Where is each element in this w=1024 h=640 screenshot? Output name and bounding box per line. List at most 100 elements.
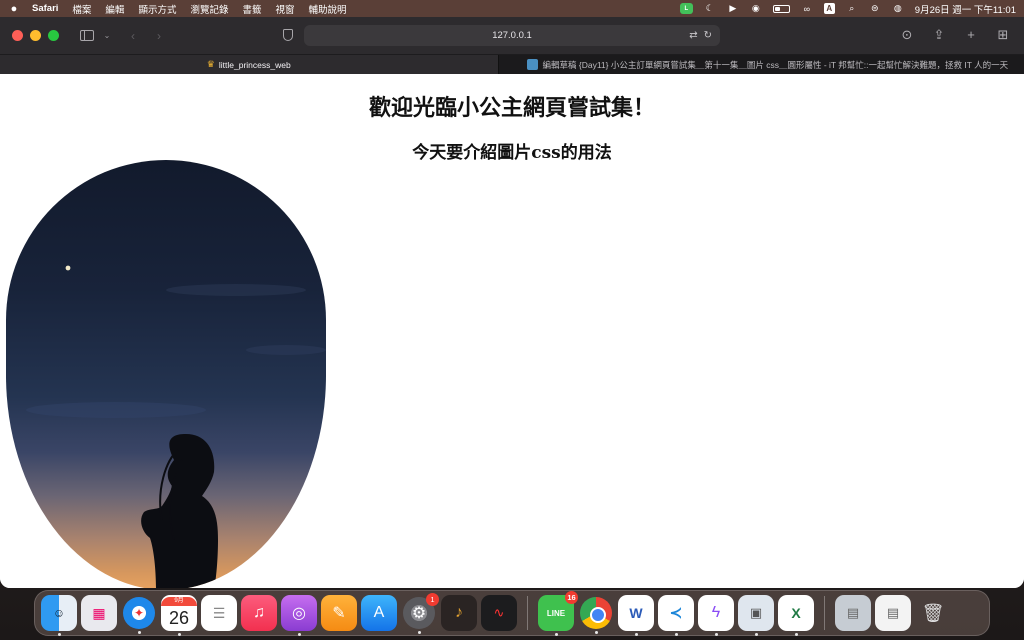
- input-source-icon[interactable]: A: [823, 3, 835, 14]
- window-controls: [12, 30, 59, 41]
- tab-title: 編輯草稿 {Day11} 小公主訂單網頁嘗試集＿第十一集＿圖片 css＿圓形屬性…: [542, 59, 1009, 70]
- play-icon[interactable]: ▶: [727, 3, 739, 14]
- siri-icon[interactable]: ◍: [892, 3, 904, 14]
- dock: ☺ ▦ ✦ 9月 26 ☰ ♫ ◎ ✎ A ⚙ 1 ♪ ∿ LINE 16 W ≺ …: [34, 590, 990, 636]
- menu-history[interactable]: 瀏覽記錄: [190, 2, 228, 16]
- forward-button[interactable]: ›: [149, 26, 169, 46]
- reload-icon[interactable]: ↻: [704, 30, 712, 41]
- address-bar[interactable]: 127.0.0.1 ⇄ ↻: [304, 25, 720, 46]
- privacy-shield-icon[interactable]: [283, 29, 293, 41]
- dock-trash[interactable]: 🗑: [915, 595, 951, 631]
- launchpad-icon: ▦: [92, 604, 106, 621]
- dock-safari[interactable]: ✦: [123, 597, 155, 634]
- translate-icon[interactable]: ⇄: [689, 30, 697, 41]
- folder-icon: ▤: [846, 605, 860, 620]
- calendar-month: 9月: [161, 596, 197, 606]
- word-label: W: [629, 605, 643, 621]
- ithome-icon: [526, 59, 538, 70]
- dock-voice-memos[interactable]: ∿: [481, 595, 517, 631]
- dock-finder[interactable]: ☺: [41, 595, 77, 636]
- sidebar-toggle-button[interactable]: [77, 26, 97, 46]
- dock-vscode[interactable]: ≺: [658, 595, 694, 636]
- share-icon[interactable]: ⇪: [930, 27, 948, 43]
- tab-overview-icon[interactable]: ⊞: [994, 27, 1012, 43]
- dock-launchpad[interactable]: ▦: [81, 595, 117, 631]
- vscode-icon: ≺: [669, 605, 683, 622]
- dock-messenger[interactable]: ϟ: [698, 595, 734, 636]
- moon-icon: [65, 265, 71, 271]
- cloud: [26, 402, 206, 418]
- control-center-icon[interactable]: ⊜: [869, 3, 881, 14]
- safari-window: ⌄ ‹ › 127.0.0.1 ⇄ ↻ ⊙ ⇪ + ⊞ ♛ little_pri…: [0, 17, 1024, 588]
- messenger-icon: ϟ: [711, 604, 721, 621]
- compass-icon: ✦: [133, 606, 145, 620]
- silhouette-photo: [6, 160, 326, 588]
- music-note-icon: ♫: [253, 604, 265, 621]
- menu-window[interactable]: 視窗: [275, 2, 294, 16]
- dock-excel[interactable]: X: [778, 595, 814, 636]
- menu-file[interactable]: 檔案: [72, 2, 91, 16]
- menu-bar: ● Safari 檔案 編輯 顯示方式 瀏覽記錄 書籤 視窗 輔助說明 L ☾ …: [0, 0, 1024, 17]
- close-window-button[interactable]: [12, 30, 23, 41]
- menu-edit[interactable]: 編輯: [105, 2, 124, 16]
- dock-music[interactable]: ♫: [241, 595, 277, 631]
- finder-icon: ☺: [52, 606, 66, 620]
- dock-downloads-folder[interactable]: ▤: [835, 595, 871, 631]
- apple-menu-icon[interactable]: ●: [8, 3, 20, 15]
- menu-bookmarks[interactable]: 書籤: [242, 2, 261, 16]
- calendar-day: 26: [168, 607, 190, 628]
- link-icon[interactable]: ∞: [801, 3, 813, 14]
- zoom-window-button[interactable]: [48, 30, 59, 41]
- line-app-label: LINE: [546, 608, 566, 618]
- reminders-icon: ☰: [212, 604, 226, 621]
- menu-help[interactable]: 輔助說明: [309, 2, 347, 16]
- excel-label: X: [791, 605, 801, 621]
- tab-title: little_princess_web: [218, 59, 291, 70]
- pen-icon: ✎: [332, 605, 346, 622]
- search-icon[interactable]: ⌕: [846, 3, 858, 14]
- dock-garageband[interactable]: ♪: [441, 595, 477, 631]
- browser-toolbar: ⌄ ‹ › 127.0.0.1 ⇄ ↻ ⊙ ⇪ + ⊞: [0, 17, 1024, 55]
- menu-clock[interactable]: 9月26日 週一 下午11:01: [915, 2, 1016, 16]
- tab-little-princess[interactable]: ♛ little_princess_web: [0, 55, 498, 74]
- dock-reminders[interactable]: ☰: [201, 595, 237, 631]
- photo-scene: [26, 265, 326, 588]
- web-page: 歡迎光臨小公主網頁嘗試集！ 今天要介紹圖片css的用法: [0, 74, 1024, 588]
- chevron-down-icon[interactable]: ⌄: [97, 26, 117, 46]
- dock-app-store[interactable]: A: [361, 595, 397, 631]
- dock-recent-document[interactable]: ▤: [875, 595, 911, 631]
- dock-separator: [824, 596, 825, 630]
- sidebar-icon: [80, 30, 94, 41]
- dock-podcasts[interactable]: ◎: [281, 595, 317, 636]
- dock-chrome[interactable]: [580, 597, 612, 634]
- tab-ithome-draft[interactable]: 編輯草稿 {Day11} 小公主訂單網頁嘗試集＿第十一集＿圖片 css＿圓形屬性…: [497, 55, 1024, 74]
- user-icon[interactable]: ◉: [750, 3, 762, 14]
- cloud: [166, 284, 306, 296]
- downloads-icon[interactable]: ⊙: [898, 27, 916, 43]
- dock-separator: [527, 596, 528, 630]
- battery-icon[interactable]: [772, 4, 790, 13]
- dock-line[interactable]: LINE 16: [538, 591, 578, 636]
- minimize-window-button[interactable]: [30, 30, 41, 41]
- moon-icon[interactable]: ☾: [704, 3, 716, 14]
- guitar-icon: ♪: [455, 604, 463, 621]
- preview-icon: ▣: [749, 605, 763, 620]
- waveform-icon: ∿: [493, 605, 505, 620]
- menu-app-name[interactable]: Safari: [32, 3, 58, 14]
- dock-pages[interactable]: ✎: [321, 595, 357, 631]
- page-title: 歡迎光臨小公主網頁嘗試集！: [368, 95, 655, 121]
- trash-icon: 🗑: [921, 602, 945, 623]
- address-text: 127.0.0.1: [492, 30, 532, 41]
- back-button[interactable]: ‹: [123, 26, 143, 46]
- dock-system-settings[interactable]: ⚙ 1: [403, 593, 439, 634]
- notification-badge: 1: [426, 593, 439, 606]
- menu-view[interactable]: 顯示方式: [138, 2, 176, 16]
- crown-icon: ♛: [206, 59, 215, 69]
- tab-bar: ♛ little_princess_web 編輯草稿 {Day11} 小公主訂單…: [0, 55, 1024, 74]
- cloud: [246, 345, 326, 355]
- dock-preview[interactable]: ▣: [738, 595, 774, 636]
- dock-calendar[interactable]: 9月 26: [161, 595, 197, 636]
- line-status-icon[interactable]: L: [679, 3, 693, 14]
- dock-word[interactable]: W: [618, 595, 654, 636]
- new-tab-icon[interactable]: +: [962, 27, 980, 43]
